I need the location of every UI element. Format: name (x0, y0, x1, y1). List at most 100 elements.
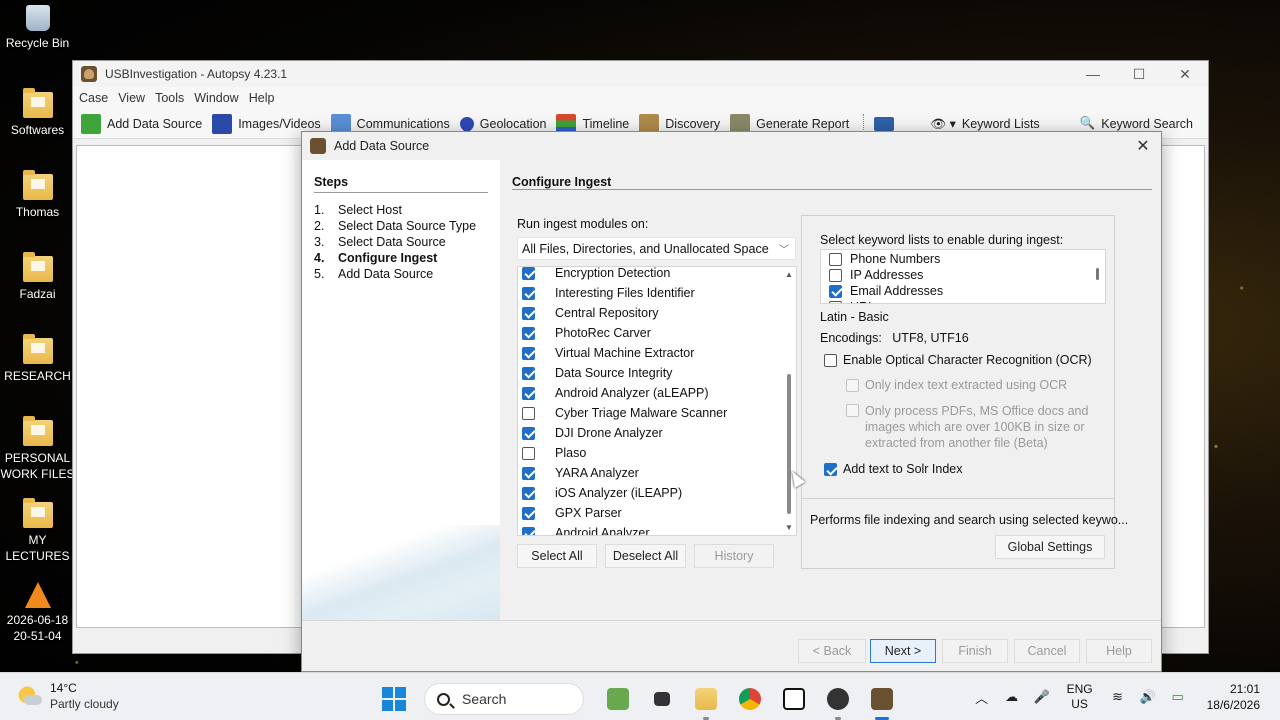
module-row[interactable]: Encryption Detection (518, 267, 780, 283)
module-checkbox[interactable] (522, 346, 535, 360)
result-pane[interactable] (1155, 145, 1205, 628)
scroll-thumb[interactable] (787, 374, 791, 514)
module-row[interactable]: YARA Analyzer (518, 463, 780, 483)
module-checkbox[interactable] (522, 366, 535, 380)
desktop-icon-recycle-bin[interactable]: Recycle Bin (0, 5, 75, 51)
module-row[interactable]: Android Analyzer (aLEAPP) (518, 383, 780, 403)
desktop-icon-personal-work-files[interactable]: PERSONAL WORK FILES (0, 416, 75, 482)
run-ingest-select[interactable]: All Files, Directories, and Unallocated … (517, 237, 796, 260)
module-checkbox[interactable] (522, 267, 535, 280)
chevron-up-icon[interactable]: ︿ (973, 688, 991, 706)
keyword-list-row[interactable]: Phone Numbers (829, 251, 943, 267)
desktop-icon-softwares[interactable]: Softwares (0, 88, 75, 138)
clock[interactable]: 21:01 18/6/2026 (1207, 681, 1260, 713)
toolbar-add-data-source[interactable]: Add Data Source (81, 113, 202, 134)
module-checkbox[interactable] (522, 426, 535, 440)
taskbar-widget-app[interactable] (600, 681, 636, 717)
select-all-button[interactable]: Select All (517, 544, 597, 568)
modules-scrollbar[interactable]: ▲ ▼ (782, 267, 796, 535)
volume-icon[interactable]: 🔊 (1139, 688, 1157, 706)
desktop-icon-video-file[interactable]: 2026-06-18 20-51-04 (0, 582, 75, 644)
module-row[interactable]: Central Repository (518, 303, 780, 323)
module-row[interactable]: DJI Drone Analyzer (518, 423, 780, 443)
dialog-close-button[interactable]: ✕ (1133, 136, 1153, 156)
menu-view[interactable]: View (116, 91, 153, 105)
battery-icon[interactable]: ▭ (1169, 688, 1187, 706)
module-checkbox[interactable] (522, 526, 535, 535)
back-button[interactable]: < Back (798, 639, 866, 663)
solr-index-checkbox[interactable] (824, 463, 837, 476)
weather-widget[interactable]: 14°C Partly cloudy (18, 681, 119, 712)
module-row[interactable]: GPX Parser (518, 503, 780, 523)
module-checkbox[interactable] (522, 386, 535, 400)
cancel-button[interactable]: Cancel (1014, 639, 1080, 663)
taskbar-autopsy[interactable] (864, 681, 900, 720)
scroll-down-icon[interactable]: ▼ (785, 523, 793, 532)
menu-case[interactable]: Case (77, 91, 116, 105)
module-row[interactable]: PhotoRec Carver (518, 323, 780, 343)
module-checkbox[interactable] (522, 326, 535, 340)
history-button[interactable]: History (694, 544, 774, 568)
module-checkbox[interactable] (522, 286, 535, 300)
deselect-all-button[interactable]: Deselect All (605, 544, 686, 568)
microphone-icon[interactable]: 🎤 (1033, 688, 1051, 706)
keyword-list-row[interactable]: IP Addresses (829, 267, 943, 283)
module-checkbox[interactable] (522, 466, 535, 480)
taskbar-file-explorer[interactable] (688, 681, 724, 720)
module-checkbox[interactable] (522, 446, 535, 460)
module-checkbox[interactable] (522, 406, 535, 420)
keyword-list-checkbox[interactable] (829, 300, 842, 303)
windows-start-icon[interactable] (382, 687, 406, 711)
toolbar-geolocation[interactable]: Geolocation (456, 113, 546, 134)
menu-tools[interactable]: Tools (153, 91, 192, 105)
desktop-icon-my-lectures[interactable]: MY LECTURES (0, 498, 75, 564)
ocr-option[interactable]: Enable Optical Character Recognition (OC… (824, 353, 1092, 367)
help-button[interactable]: Help (1086, 639, 1152, 663)
toolbar-keyword-search[interactable]: 🔍 Keyword Search (1080, 116, 1193, 131)
toolbar-email[interactable] (874, 116, 900, 131)
desktop-icon-thomas[interactable]: Thomas (0, 170, 75, 220)
window-titlebar[interactable]: USBInvestigation - Autopsy 4.23.1 — ☐ ✕ (73, 61, 1208, 87)
module-checkbox[interactable] (522, 506, 535, 520)
close-window-button[interactable]: ✕ (1162, 61, 1208, 87)
taskbar-search-input[interactable]: Search (424, 683, 584, 715)
toolbar-label: Generate Report (756, 116, 850, 131)
module-row[interactable]: Data Source Integrity (518, 363, 780, 383)
keyword-list-row[interactable]: Email Addresses (829, 283, 943, 299)
menu-help[interactable]: Help (247, 91, 283, 105)
desktop-icon-fadzai[interactable]: Fadzai (0, 252, 75, 302)
dialog-titlebar[interactable]: Add Data Source (302, 132, 1161, 160)
cloud-offline-icon[interactable]: ☁ (1003, 688, 1021, 706)
module-row[interactable]: Android Analyzer (518, 523, 780, 535)
keyword-lists-scrollbar[interactable] (1096, 268, 1099, 280)
toolbar-keyword-lists[interactable]: 👁 ▾ Keyword Lists (930, 116, 1039, 132)
keyword-list-row[interactable]: URLs (829, 299, 943, 303)
taskbar-capcut[interactable] (776, 681, 812, 717)
global-settings-button[interactable]: Global Settings (995, 535, 1105, 559)
wifi-icon[interactable]: ≋ (1109, 688, 1127, 706)
module-row[interactable]: Cyber Triage Malware Scanner (518, 403, 780, 423)
module-row[interactable]: Virtual Machine Extractor (518, 343, 780, 363)
keyword-list-checkbox[interactable] (829, 268, 842, 282)
module-row[interactable]: iOS Analyzer (iLEAPP) (518, 483, 780, 503)
scroll-up-icon[interactable]: ▲ (785, 270, 793, 279)
module-row[interactable]: Plaso (518, 443, 780, 463)
maximize-button[interactable]: ☐ (1116, 61, 1162, 87)
solr-index-option[interactable]: Add text to Solr Index (824, 462, 963, 476)
module-checkbox[interactable] (522, 306, 535, 320)
input-language[interactable]: ENG US (1067, 682, 1093, 712)
taskbar-obs[interactable] (820, 681, 856, 720)
minimize-button[interactable]: — (1070, 61, 1116, 87)
keyword-list-checkbox[interactable] (829, 284, 842, 298)
keyword-list-checkbox[interactable] (829, 252, 842, 266)
next-button[interactable]: Next > (870, 639, 936, 663)
module-row[interactable]: Interesting Files Identifier (518, 283, 780, 303)
module-checkbox[interactable] (522, 486, 535, 500)
tree-pane[interactable] (76, 145, 302, 628)
ocr-checkbox[interactable] (824, 354, 837, 367)
desktop-icon-research[interactable]: RESEARCH (0, 334, 75, 384)
menu-window[interactable]: Window (192, 91, 246, 105)
taskbar-task-view[interactable] (644, 681, 680, 717)
taskbar-chrome[interactable] (732, 681, 768, 717)
finish-button[interactable]: Finish (942, 639, 1008, 663)
